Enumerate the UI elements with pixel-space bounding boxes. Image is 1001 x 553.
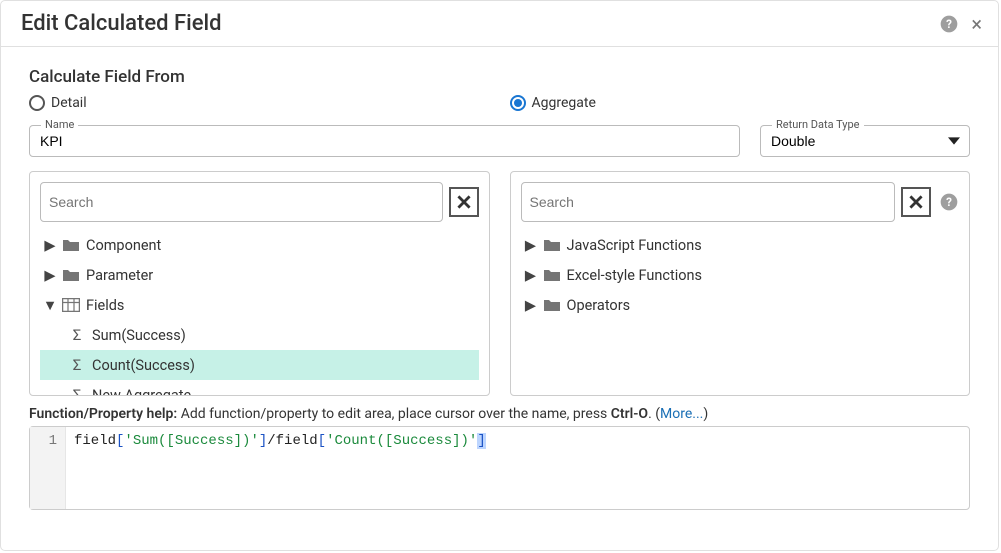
tree-item-label: JavaScript Functions xyxy=(567,237,702,254)
dialog-header: Edit Calculated Field ? × xyxy=(1,1,998,47)
close-icon[interactable]: × xyxy=(971,14,982,34)
tree-item-label: Parameter xyxy=(86,267,153,284)
folder-icon xyxy=(543,268,561,282)
fields-tree: ▶ Component ▶ Parameter ▼ Fields xyxy=(40,230,479,396)
hint-label: Function/Property help: xyxy=(29,406,177,422)
tree-item-fields[interactable]: ▼ Fields xyxy=(40,290,479,320)
chevron-down-icon: ▼ xyxy=(44,297,56,314)
return-type-label: Return Data Type xyxy=(772,118,864,131)
tree-item-label: Sum(Success) xyxy=(92,327,186,344)
functions-tree: ▶ JavaScript Functions ▶ Excel-style Fun… xyxy=(521,230,960,320)
table-icon xyxy=(62,298,80,312)
left-search-input[interactable] xyxy=(40,182,443,222)
editor-gutter: 1 xyxy=(30,427,66,509)
sigma-icon: Σ xyxy=(68,326,86,344)
right-search-input[interactable] xyxy=(521,182,896,222)
tree-item-label: Fields xyxy=(86,297,124,314)
radio-label: Detail xyxy=(51,95,87,111)
name-label: Name xyxy=(41,118,78,131)
folder-icon xyxy=(543,238,561,252)
functions-pane: ? ▶ JavaScript Functions ▶ Excel-style F xyxy=(510,171,971,396)
clear-left-search-button[interactable] xyxy=(449,187,479,217)
tree-item-excel-functions[interactable]: ▶ Excel-style Functions xyxy=(521,260,960,290)
dialog-header-actions: ? × xyxy=(939,14,982,34)
radio-label: Aggregate xyxy=(532,95,596,111)
radio-aggregate[interactable]: Aggregate xyxy=(510,95,596,111)
source-row: Detail Aggregate xyxy=(29,95,970,115)
tree-item-label: Operators xyxy=(567,297,631,314)
dialog-body: Calculate Field From Detail Aggregate xyxy=(1,47,998,550)
radio-icon xyxy=(29,95,45,111)
hint-more-link[interactable]: More... xyxy=(660,406,703,422)
chevron-right-icon: ▶ xyxy=(44,237,56,254)
dialog-title: Edit Calculated Field xyxy=(21,11,222,36)
tree-item-label: Excel-style Functions xyxy=(567,267,702,284)
help-icon[interactable]: ? xyxy=(939,192,959,212)
panes-row: ▶ Component ▶ Parameter ▼ Fields xyxy=(29,171,970,396)
section-title: Calculate Field From xyxy=(29,67,970,87)
radio-icon xyxy=(510,95,526,111)
tree-item-js-functions[interactable]: ▶ JavaScript Functions xyxy=(521,230,960,260)
hint-end: ) xyxy=(703,406,708,422)
clear-right-search-button[interactable] xyxy=(901,187,931,217)
edit-calculated-field-dialog: Edit Calculated Field ? × Calculate Fiel… xyxy=(0,0,999,551)
name-type-row: Name Return Data Type xyxy=(29,121,970,157)
help-icon[interactable]: ? xyxy=(939,14,959,34)
expression-editor[interactable]: 1 field['Sum([Success])']/field['Count([… xyxy=(29,426,970,510)
tree-item-label: New Aggregate xyxy=(92,387,191,397)
line-number: 1 xyxy=(49,433,57,449)
svg-text:?: ? xyxy=(946,195,952,209)
hint-text: Add function/property to edit area, plac… xyxy=(177,406,611,422)
tree-item-component[interactable]: ▶ Component xyxy=(40,230,479,260)
function-help-hint: Function/Property help: Add function/pro… xyxy=(29,406,970,422)
chevron-right-icon: ▶ xyxy=(525,237,537,254)
editor-code[interactable]: field['Sum([Success])']/field['Count([Su… xyxy=(66,427,494,509)
tree-item-sum-success[interactable]: Σ Sum(Success) xyxy=(40,320,479,350)
folder-icon xyxy=(62,268,80,282)
chevron-right-icon: ▶ xyxy=(44,267,56,284)
tree-item-parameter[interactable]: ▶ Parameter xyxy=(40,260,479,290)
tree-item-new-aggregate[interactable]: Σ New Aggregate xyxy=(40,380,479,396)
chevron-right-icon: ▶ xyxy=(525,297,537,314)
name-input[interactable] xyxy=(29,125,740,157)
sigma-icon: Σ xyxy=(68,356,86,374)
tree-item-operators[interactable]: ▶ Operators xyxy=(521,290,960,320)
sigma-icon: Σ xyxy=(68,386,86,396)
hint-key: Ctrl-O xyxy=(611,406,648,422)
fields-pane: ▶ Component ▶ Parameter ▼ Fields xyxy=(29,171,490,396)
radio-detail[interactable]: Detail xyxy=(29,95,87,111)
folder-icon xyxy=(62,238,80,252)
tree-item-label: Count(Success) xyxy=(92,357,195,374)
hint-tail: . ( xyxy=(648,406,660,422)
tree-item-label: Component xyxy=(86,237,161,254)
chevron-right-icon: ▶ xyxy=(525,267,537,284)
tree-item-count-success[interactable]: Σ Count(Success) xyxy=(40,350,479,380)
folder-icon xyxy=(543,298,561,312)
svg-text:?: ? xyxy=(946,17,952,31)
